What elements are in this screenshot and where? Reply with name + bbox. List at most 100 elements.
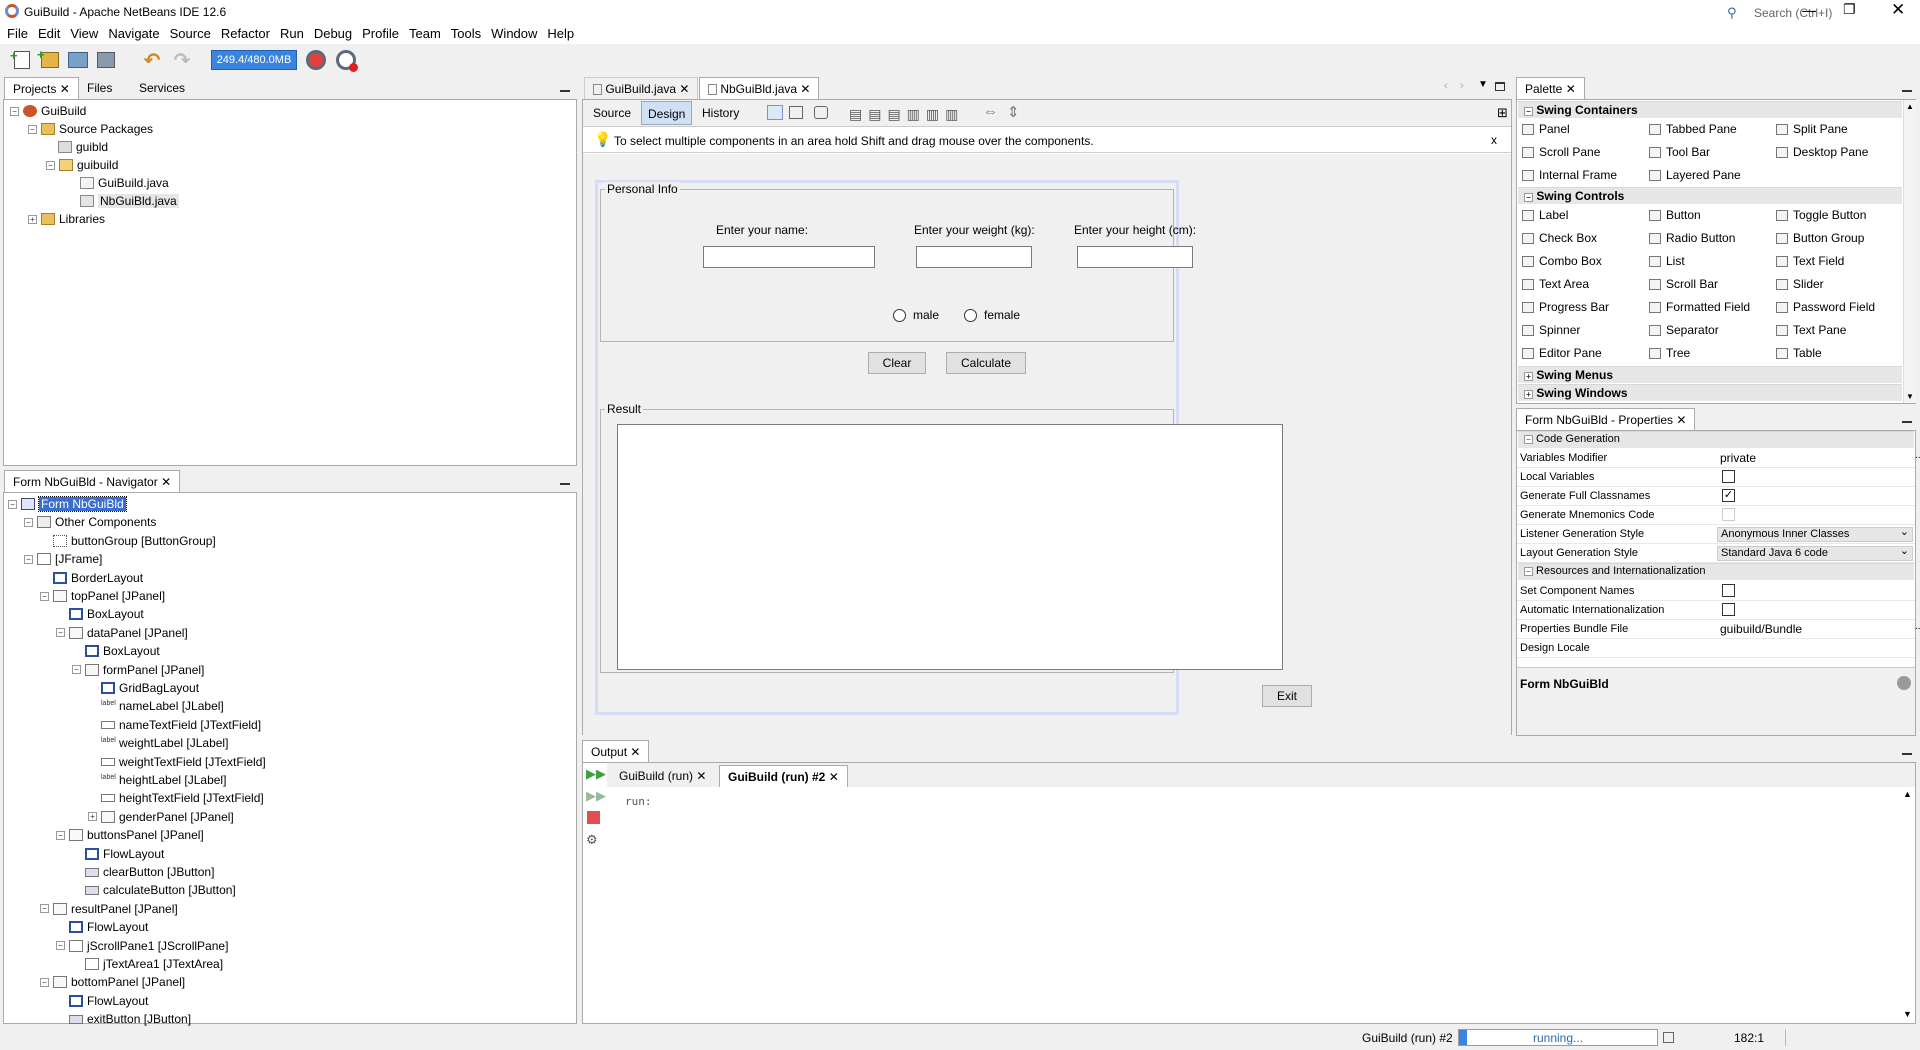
- personal-info-panel[interactable]: Personal Info Enter your name: Enter you…: [600, 182, 1196, 342]
- undo-icon[interactable]: ↶: [138, 47, 166, 73]
- help-icon[interactable]: [1897, 676, 1911, 690]
- scroll-down-icon[interactable]: ▼: [1906, 392, 1914, 401]
- property-section[interactable]: − Resources and Internationalization: [1518, 563, 1914, 580]
- new-project-icon[interactable]: +: [36, 47, 64, 73]
- palette-item[interactable]: Spinner: [1522, 323, 1580, 337]
- collapse-icon[interactable]: −: [1524, 567, 1533, 576]
- menu-edit[interactable]: Edit: [33, 24, 65, 43]
- status-task[interactable]: GuiBuild (run) #2: [1362, 1031, 1453, 1045]
- tab-services[interactable]: Services: [131, 77, 193, 99]
- search-icon[interactable]: ⚲: [1727, 5, 1737, 21]
- palette-item[interactable]: List: [1649, 254, 1685, 268]
- palette-item[interactable]: Text Pane: [1776, 323, 1846, 337]
- menu-run[interactable]: Run: [275, 24, 309, 43]
- close-icon[interactable]: ✕: [60, 82, 70, 96]
- palette-item[interactable]: Button: [1649, 208, 1701, 222]
- menu-profile[interactable]: Profile: [357, 24, 404, 43]
- menu-view[interactable]: View: [65, 24, 103, 43]
- close-icon[interactable]: ✕: [161, 475, 171, 489]
- collapse-icon[interactable]: −: [10, 106, 19, 116]
- checkbox[interactable]: [1722, 508, 1735, 521]
- menu-source[interactable]: Source: [165, 24, 216, 43]
- settings-icon[interactable]: ⚙: [586, 832, 598, 848]
- navigator-node[interactable]: − formPanel [JPanel]: [72, 661, 204, 679]
- navigator-node[interactable]: calculateButton [JButton]: [72, 881, 236, 899]
- menu-team[interactable]: Team: [404, 24, 446, 43]
- property-value[interactable]: private: [1720, 451, 1756, 465]
- clear-button[interactable]: Clear: [868, 352, 926, 374]
- view-design-button[interactable]: Design: [641, 101, 693, 125]
- navigator-node[interactable]: − dataPanel [JPanel]: [56, 624, 188, 642]
- navigator-node[interactable]: − resultPanel [JPanel]: [40, 900, 178, 918]
- collapse-icon[interactable]: +: [1524, 372, 1533, 381]
- palette-item[interactable]: Slider: [1776, 277, 1824, 291]
- expand-icon[interactable]: +: [28, 214, 37, 224]
- collapse-icon[interactable]: −: [40, 904, 49, 914]
- new-file-icon[interactable]: +: [8, 47, 36, 73]
- profiler-icon[interactable]: [332, 47, 360, 73]
- property-combo[interactable]: Anonymous Inner Classes ⌄: [1717, 525, 1913, 542]
- tab-guibuild-run[interactable]: GuiBuild (run) ✕: [611, 765, 714, 787]
- collapse-icon[interactable]: −: [28, 124, 37, 134]
- rerun-changed-icon[interactable]: ▶▶: [586, 788, 606, 804]
- palette-item[interactable]: Editor Pane: [1522, 346, 1602, 360]
- gc-icon[interactable]: [302, 47, 330, 73]
- palette-item[interactable]: Formatted Field: [1649, 300, 1750, 314]
- tree-node-guibuild[interactable]: − GuiBuild: [10, 102, 86, 120]
- tab-palette[interactable]: Palette ✕: [1516, 77, 1585, 99]
- palette-item[interactable]: Layered Pane: [1649, 168, 1741, 182]
- weight-text-field[interactable]: [916, 246, 1032, 268]
- property-row[interactable]: Listener Generation Style Anonymous Inner…: [1517, 525, 1915, 544]
- close-icon[interactable]: ✕: [800, 82, 810, 96]
- checkbox[interactable]: [1722, 584, 1735, 597]
- menu-file[interactable]: File: [2, 24, 33, 43]
- palette-item[interactable]: Toggle Button: [1776, 208, 1866, 222]
- collapse-icon[interactable]: −: [8, 499, 17, 509]
- maximize-panel-icon[interactable]: [1495, 82, 1505, 91]
- property-row[interactable]: Properties Bundle File... guibuild/Bundle: [1517, 620, 1920, 639]
- rerun-icon[interactable]: ▶▶: [586, 766, 606, 782]
- status-progress-bar[interactable]: running...: [1458, 1029, 1658, 1046]
- collapse-icon[interactable]: −: [1524, 107, 1533, 116]
- navigator-node[interactable]: BorderLayout: [40, 569, 143, 587]
- chevron-down-icon[interactable]: ⌄: [1900, 525, 1909, 538]
- connection-mode-icon[interactable]: [789, 106, 803, 119]
- tree-node-libraries[interactable]: + Libraries: [28, 210, 105, 228]
- navigator-node[interactable]: label heightLabel [JLabel]: [88, 771, 226, 789]
- palette-item[interactable]: Tree: [1649, 346, 1690, 360]
- collapse-icon[interactable]: +: [1524, 390, 1533, 399]
- navigator-node[interactable]: − topPanel [JPanel]: [40, 587, 165, 605]
- palette-item[interactable]: Button Group: [1776, 231, 1864, 245]
- property-row[interactable]: Automatic Internationalization: [1517, 601, 1915, 620]
- maximize-button[interactable]: ❐: [1843, 1, 1856, 18]
- collapse-icon[interactable]: −: [40, 591, 49, 601]
- navigator-node[interactable]: + genderPanel [JPanel]: [88, 808, 234, 826]
- property-checkbox[interactable]: [1722, 603, 1735, 619]
- chevron-down-icon[interactable]: ⌄: [1900, 544, 1909, 557]
- property-checkbox[interactable]: [1722, 470, 1735, 486]
- minimize-panel-icon[interactable]: [560, 90, 570, 92]
- collapse-icon[interactable]: −: [56, 628, 65, 638]
- tree-node-guibld[interactable]: guibld: [58, 138, 108, 156]
- property-checkbox[interactable]: [1722, 584, 1735, 600]
- property-section[interactable]: − Code Generation: [1518, 431, 1914, 448]
- collapse-icon[interactable]: −: [1524, 193, 1533, 202]
- close-button[interactable]: ✕: [1891, 0, 1905, 20]
- property-row[interactable]: Design Locale: [1517, 639, 1915, 658]
- checkbox[interactable]: ✓: [1722, 489, 1735, 502]
- search-input[interactable]: Search (Ctrl+I): [1754, 6, 1832, 20]
- male-radio[interactable]: [893, 309, 906, 322]
- palette-item[interactable]: Check Box: [1522, 231, 1597, 245]
- tab-navigator[interactable]: Form NbGuiBld - Navigator ✕: [4, 470, 181, 492]
- palette-item[interactable]: Tool Bar: [1649, 145, 1710, 159]
- collapse-icon[interactable]: −: [24, 517, 33, 527]
- tab-guibuild-java[interactable]: GuiBuild.java ✕: [584, 77, 699, 99]
- minimize-button[interactable]: —: [1802, 2, 1816, 18]
- palette-item[interactable]: Split Pane: [1776, 122, 1848, 136]
- view-history-button[interactable]: History: [702, 106, 739, 120]
- tab-scroll-right-icon[interactable]: ›: [1460, 80, 1464, 92]
- tab-output[interactable]: Output ✕: [582, 740, 650, 762]
- cancel-task-icon[interactable]: [1663, 1032, 1674, 1043]
- align-icons[interactable]: ▤▤▤▥▥▥: [849, 106, 964, 123]
- navigator-node[interactable]: buttonGroup [ButtonGroup]: [40, 532, 216, 550]
